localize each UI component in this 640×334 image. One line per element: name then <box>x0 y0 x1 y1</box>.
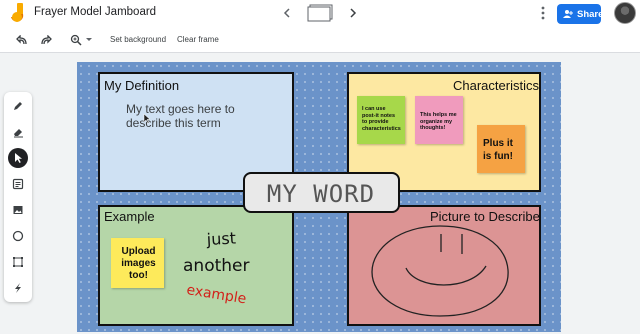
text-box-icon[interactable] <box>8 252 28 272</box>
account-avatar[interactable] <box>614 2 636 24</box>
select-icon[interactable] <box>8 148 28 168</box>
picture-title: Picture to Describe <box>430 209 540 224</box>
sticky-note-green[interactable]: I can use post-it notes to provide chara… <box>357 96 405 144</box>
share-button[interactable]: Share <box>557 4 604 24</box>
tool-rail <box>4 92 32 302</box>
more-options-icon[interactable] <box>537 5 549 21</box>
clear-frame-button[interactable]: Clear frame <box>177 35 219 44</box>
sticky-note-yellow[interactable]: Upload images too! <box>111 238 164 288</box>
top-bar: Frayer Model Jamboard Share <box>0 0 640 28</box>
sticky-note-pink[interactable]: This helps me organize my thoughts! <box>415 96 463 144</box>
sticky-note-icon[interactable] <box>8 174 28 194</box>
image-icon[interactable] <box>8 200 28 220</box>
share-label: Share <box>577 8 604 20</box>
set-background-button[interactable]: Set background <box>110 35 166 44</box>
undo-icon[interactable] <box>14 32 30 48</box>
laser-icon[interactable] <box>8 278 28 298</box>
example-title: Example <box>104 209 155 224</box>
next-frame-icon[interactable] <box>345 5 361 21</box>
jamboard-logo-icon[interactable] <box>11 3 25 23</box>
center-word-box[interactable] <box>243 172 400 213</box>
mouse-cursor-icon <box>143 111 151 124</box>
person-add-icon <box>563 9 573 19</box>
frame-thumbnail-icon[interactable] <box>306 4 334 22</box>
pen-icon[interactable] <box>8 96 28 116</box>
eraser-icon[interactable] <box>8 122 28 142</box>
characteristics-title: Characteristics <box>453 78 539 93</box>
circle-icon[interactable] <box>8 226 28 246</box>
toolbar: Set background Clear frame <box>0 28 640 52</box>
zoom-dropdown-chevron-icon[interactable] <box>84 32 94 48</box>
zoom-icon[interactable] <box>68 32 84 48</box>
previous-frame-icon[interactable] <box>279 5 295 21</box>
sticky-note-orange[interactable]: Plus it is fun! <box>477 125 525 173</box>
definition-title: My Definition <box>104 78 180 93</box>
document-title[interactable]: Frayer Model Jamboard <box>34 6 156 18</box>
redo-icon[interactable] <box>38 32 54 48</box>
